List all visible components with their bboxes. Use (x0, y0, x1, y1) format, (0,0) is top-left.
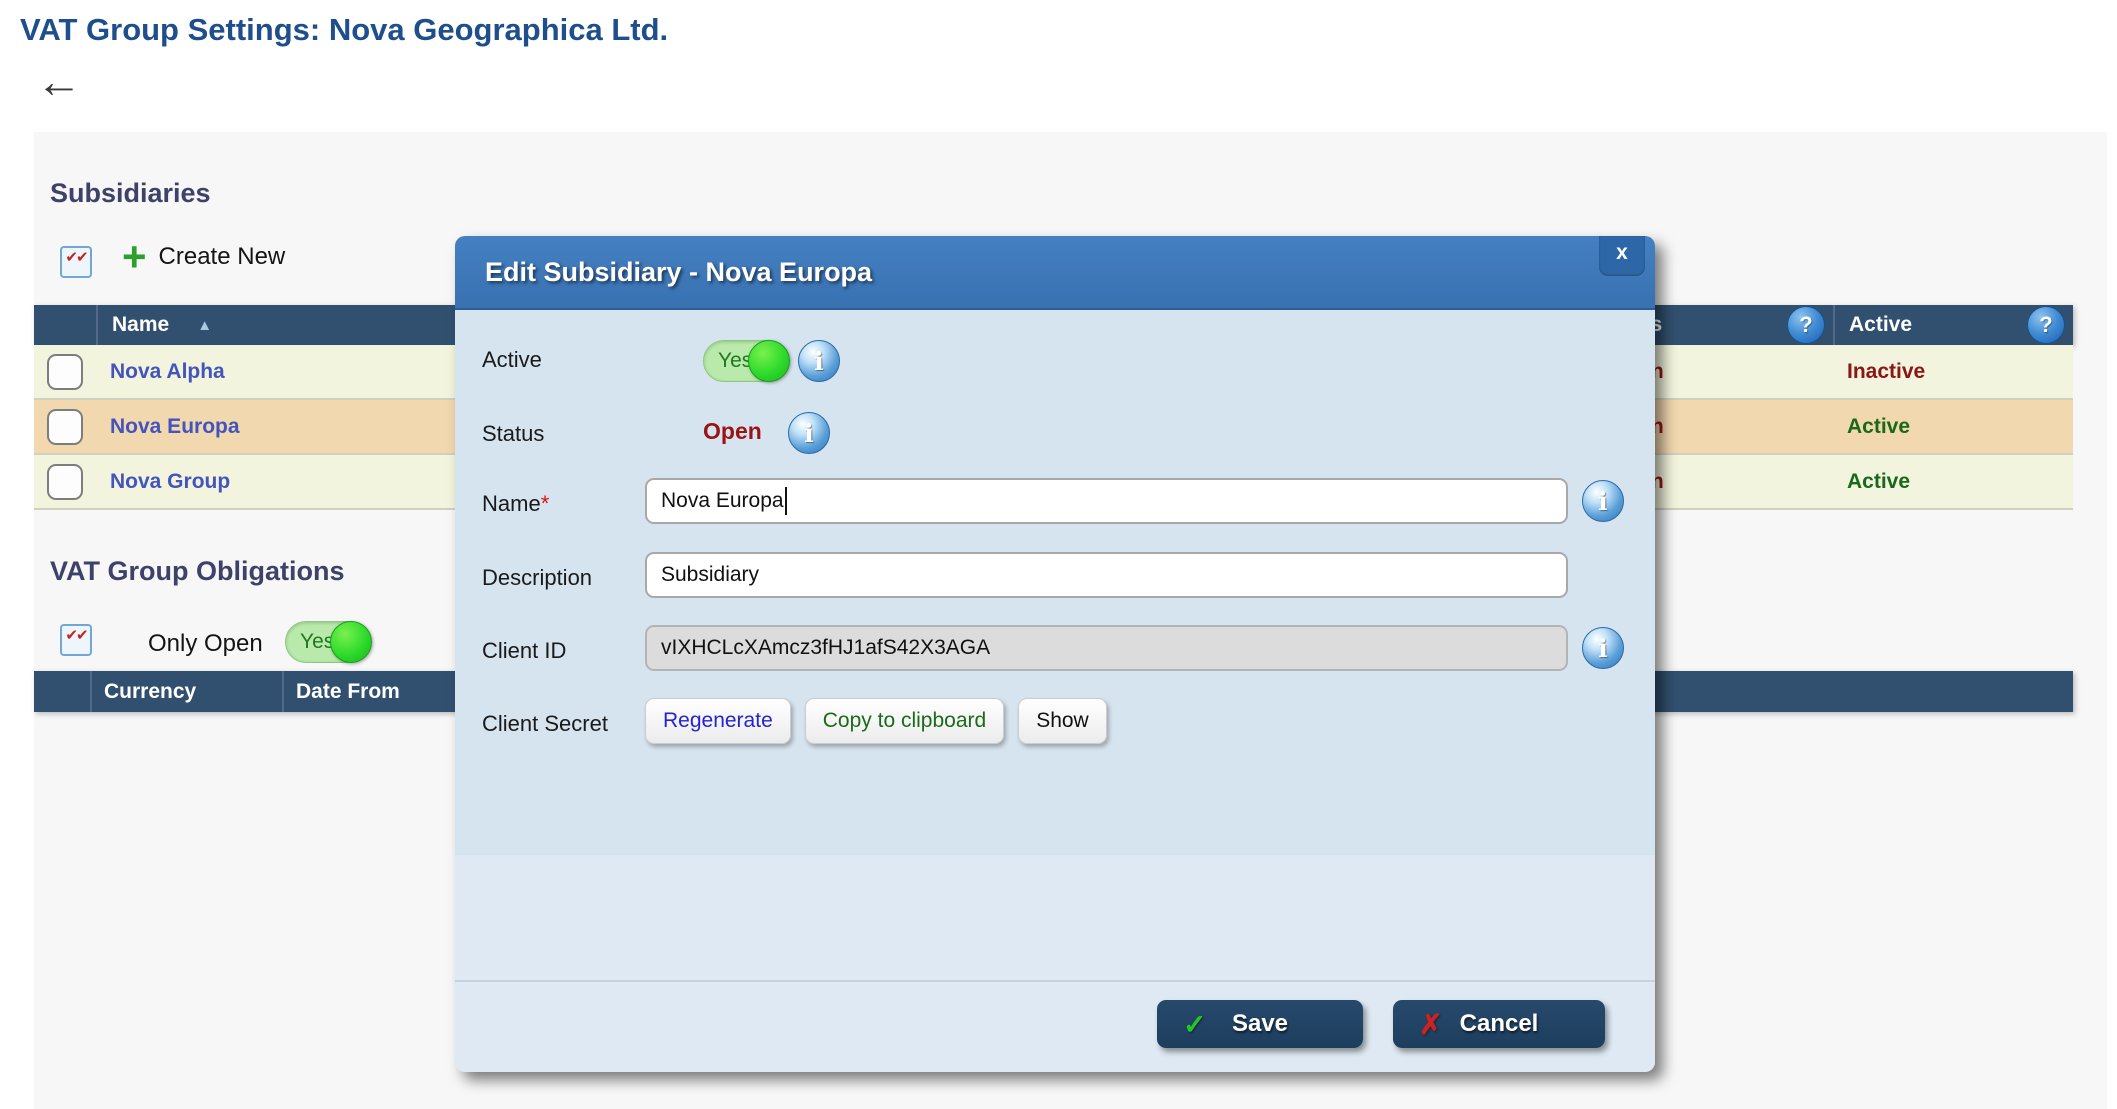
header-date-from-label: Date From (296, 680, 400, 704)
name-label-text: Name (482, 491, 541, 516)
subsidiary-link[interactable]: Nova Group (110, 470, 230, 494)
description-field-label: Description (482, 565, 592, 591)
client-id-info-icon[interactable]: i (1582, 627, 1624, 669)
client-id-field-label: Client ID (482, 638, 566, 664)
name-field-label: Name* (482, 491, 549, 517)
active-field-label: Active (482, 347, 542, 373)
subsidiary-link[interactable]: Nova Europa (110, 415, 240, 439)
status-help-icon[interactable]: ? (1787, 306, 1825, 344)
multi-select-icon[interactable]: ✔✔ (60, 624, 92, 656)
name-info-icon[interactable]: i (1582, 480, 1624, 522)
client-id-input: vIXHCLcXAmcz3fHJ1afS42X3AGA (645, 625, 1568, 671)
dialog-titlebar[interactable]: Edit Subsidiary - Nova Europa x (455, 236, 1655, 310)
header-active-label: Active (1849, 313, 1912, 337)
header-active[interactable]: Active ? (1833, 305, 2073, 345)
plus-icon: + (122, 240, 147, 274)
create-new-label: Create New (159, 243, 286, 271)
save-button[interactable]: ✓ Save (1157, 1000, 1363, 1048)
required-mark: * (541, 491, 550, 516)
header-checkbox-column (34, 671, 90, 712)
create-new-button[interactable]: + Create New (122, 240, 285, 274)
description-input-value: Subsidiary (661, 563, 759, 587)
header-name-label: Name (112, 313, 169, 337)
dialog-title: Edit Subsidiary - Nova Europa (485, 236, 872, 308)
subsidiary-link[interactable]: Nova Alpha (110, 360, 225, 384)
active-help-icon[interactable]: ? (2027, 306, 2065, 344)
toggle-knob-icon (748, 340, 790, 382)
description-input[interactable]: Subsidiary (645, 552, 1568, 598)
name-input[interactable]: Nova Europa (645, 478, 1568, 524)
client-id-value: vIXHCLcXAmcz3fHJ1afS42X3AGA (661, 636, 990, 660)
cross-icon: ✗ (1419, 1008, 1442, 1041)
page-title: VAT Group Settings: Nova Geographica Ltd… (20, 12, 668, 48)
header-date-from[interactable]: Date From (282, 671, 480, 712)
edit-subsidiary-dialog: Edit Subsidiary - Nova Europa x Active Y… (455, 236, 1655, 1072)
active-value: Active (1847, 470, 1910, 494)
show-button[interactable]: Show (1018, 698, 1107, 744)
cancel-button-label: Cancel (1460, 1010, 1539, 1038)
name-input-value: Nova Europa (661, 489, 784, 513)
sort-asc-icon[interactable]: ▲ (197, 317, 212, 334)
row-checkbox[interactable] (47, 409, 83, 445)
copy-to-clipboard-button[interactable]: Copy to clipboard (805, 698, 1004, 744)
back-icon[interactable]: ← (36, 58, 82, 104)
only-open-toggle[interactable]: Yes (285, 621, 371, 663)
active-info-icon[interactable]: i (798, 340, 840, 382)
active-value: Active (1847, 415, 1910, 439)
cancel-button[interactable]: ✗ Cancel (1393, 1000, 1605, 1048)
save-button-label: Save (1232, 1010, 1288, 1038)
header-currency-label: Currency (104, 680, 196, 704)
obligations-heading: VAT Group Obligations (50, 556, 344, 587)
client-secret-field-label: Client Secret (482, 711, 608, 737)
subsidiaries-heading: Subsidiaries (50, 178, 211, 209)
status-info-icon[interactable]: i (788, 412, 830, 454)
multi-select-icon[interactable]: ✔✔ (60, 246, 92, 278)
regenerate-button[interactable]: Regenerate (645, 698, 791, 744)
active-toggle[interactable]: Yes (703, 340, 789, 382)
row-checkbox[interactable] (47, 354, 83, 390)
header-checkbox-column (34, 305, 96, 345)
row-checkbox[interactable] (47, 464, 83, 500)
status-field-value: Open (703, 418, 762, 445)
toggle-knob-icon (330, 621, 372, 663)
close-icon[interactable]: x (1599, 236, 1645, 276)
header-currency[interactable]: Currency (90, 671, 282, 712)
text-caret (785, 487, 787, 515)
status-field-label: Status (482, 421, 544, 447)
only-open-label: Only Open (148, 630, 263, 658)
active-value: Inactive (1847, 360, 1925, 384)
check-icon: ✓ (1183, 1008, 1206, 1041)
